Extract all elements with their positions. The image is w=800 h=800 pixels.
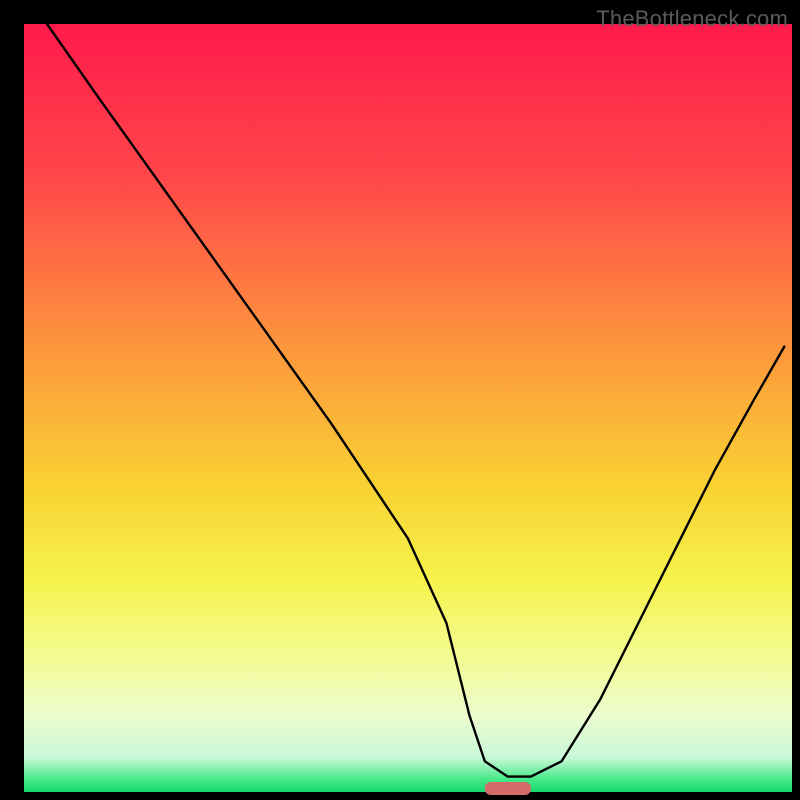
watermark-text: TheBottleneck.com — [596, 6, 788, 32]
bottleneck-chart: TheBottleneck.com — [0, 0, 800, 800]
plot-background — [24, 24, 792, 792]
optimal-marker — [485, 782, 531, 795]
chart-canvas — [0, 0, 800, 800]
